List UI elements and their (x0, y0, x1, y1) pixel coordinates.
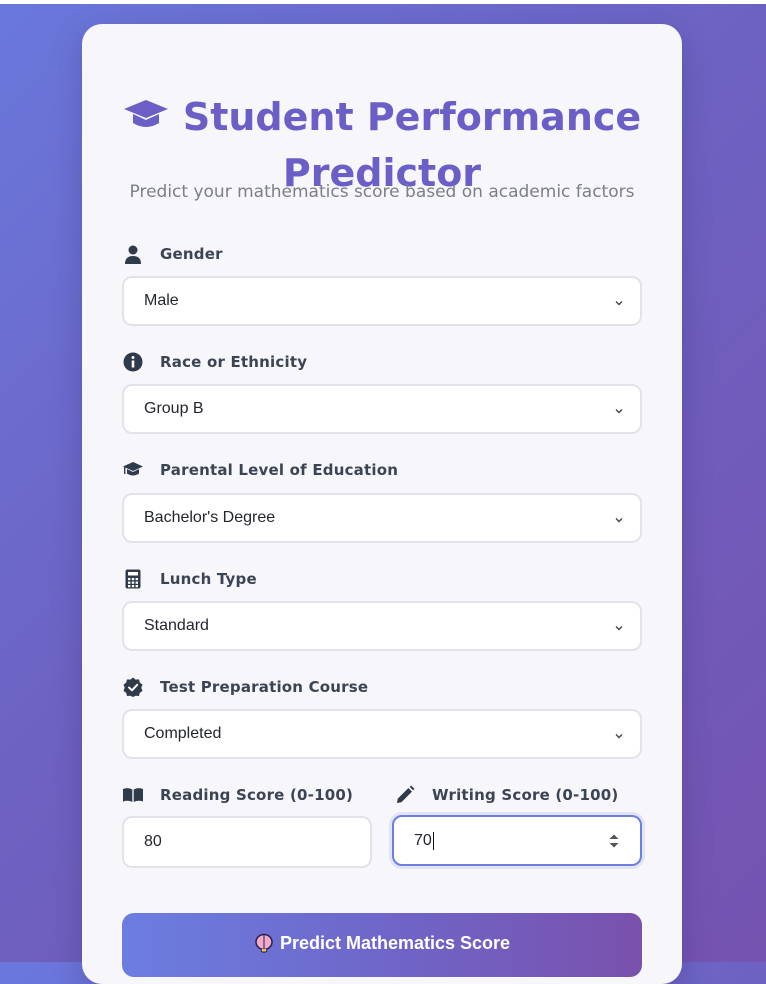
test-prep-value: Completed (144, 725, 222, 742)
calculator-icon (122, 568, 144, 590)
lunch-label-row: Lunch Type (122, 567, 257, 591)
top-edge (0, 0, 766, 4)
chevron-down-icon (614, 620, 624, 638)
lunch-value: Standard (144, 617, 209, 634)
pencil-icon (394, 784, 416, 806)
lunch-select[interactable]: Standard (122, 601, 642, 651)
reading-score-label-row: Reading Score (0-100) (122, 783, 353, 807)
predict-button-label: Predict Mathematics Score (279, 932, 511, 953)
gender-label: Gender (160, 245, 223, 263)
test-prep-select[interactable]: Completed (122, 709, 642, 759)
chevron-down-icon (614, 728, 624, 746)
writing-score-label: Writing Score (0-100) (432, 786, 619, 804)
race-label-row: Race or Ethnicity (122, 350, 307, 374)
page-subtitle: Predict your mathematics score based on … (129, 182, 635, 202)
info-circle-icon (122, 351, 144, 373)
text-caret (432, 831, 434, 850)
race-value: Group B (144, 400, 204, 417)
lunch-label: Lunch Type (160, 570, 257, 588)
race-select[interactable]: Group B (122, 384, 642, 434)
chevron-down-icon (614, 295, 624, 313)
race-label: Race or Ethnicity (160, 353, 308, 371)
parental-education-select[interactable]: Bachelor's Degree (122, 493, 642, 543)
graduation-cap-icon (123, 92, 169, 146)
gender-value: Male (144, 292, 179, 309)
chevron-down-icon (614, 403, 624, 421)
reading-score-value: 80 (144, 833, 162, 850)
predictor-card: Student Performance Predictor Predict yo… (82, 24, 682, 984)
graduation-cap-icon (122, 459, 144, 481)
parental-education-value: Bachelor's Degree (144, 509, 276, 526)
brain-icon (254, 933, 274, 953)
title-line-1: Student Performance (182, 95, 642, 139)
book-open-icon (122, 784, 144, 806)
chevron-down-icon (614, 512, 624, 530)
gender-select[interactable]: Male (122, 276, 642, 326)
test-prep-label-row: Test Preparation Course (122, 675, 368, 699)
writing-score-value: 70 (414, 831, 432, 849)
writing-score-label-row: Writing Score (0-100) (394, 783, 618, 807)
predict-button[interactable]: Predict Mathematics Score (122, 913, 642, 977)
gender-label-row: Gender (122, 242, 223, 266)
test-prep-label: Test Preparation Course (160, 678, 369, 696)
reading-score-label: Reading Score (0-100) (160, 786, 354, 804)
parental-education-label-row: Parental Level of Education (122, 458, 398, 482)
user-icon (122, 243, 144, 265)
parental-education-label: Parental Level of Education (160, 461, 399, 479)
writing-score-input[interactable]: 70 (392, 815, 642, 866)
check-badge-icon (122, 676, 144, 698)
reading-score-input[interactable]: 80 (122, 816, 372, 868)
number-spinner[interactable] (608, 832, 620, 855)
